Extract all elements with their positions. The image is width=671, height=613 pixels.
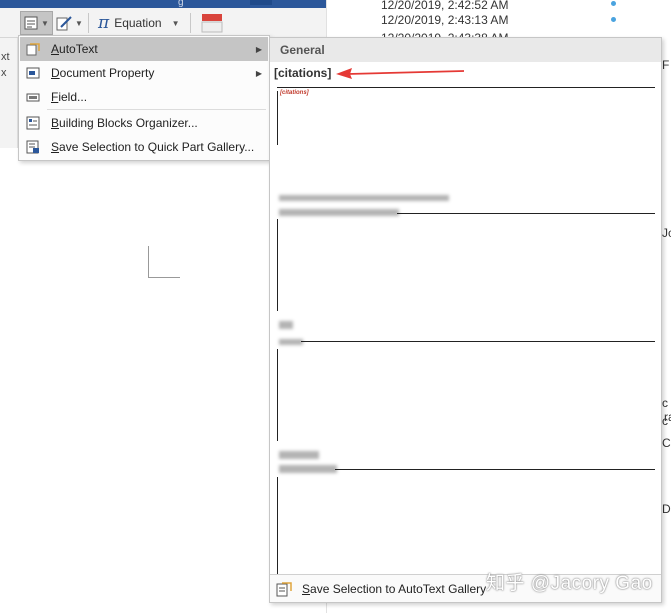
quick-parts-icon (24, 16, 38, 30)
left-strip-text: xt (1, 51, 10, 63)
building-blocks-icon (26, 116, 40, 130)
menu-item-label: Save Selection to Quick Part Gallery... (51, 140, 255, 154)
preview-rule (335, 469, 655, 470)
edge-text: ra (664, 410, 671, 424)
menu-item-label: Document Property (51, 66, 155, 80)
watermark: 知乎 @Jacory Gao (486, 573, 653, 594)
save-autotext-icon (276, 582, 292, 597)
status-dot (611, 17, 616, 22)
signature-line-button[interactable]: ▼ (52, 11, 87, 35)
autotext-gallery: General [citations] [citations] Save Sel… (269, 37, 662, 603)
pi-icon: π (98, 13, 110, 33)
blurred-text (279, 451, 319, 459)
gallery-category-header: General (270, 38, 661, 62)
timestamp: 12/20/2019, 2:42:52 AM (381, 0, 509, 12)
gallery-entry-preview[interactable]: [citations] (277, 87, 655, 575)
preview-rule (277, 219, 278, 311)
save-quick-part-icon (26, 140, 39, 154)
menu-item-building-blocks-organizer[interactable]: Building Blocks Organizer... (20, 111, 268, 135)
document-property-icon (26, 67, 40, 79)
chevron-down-icon: ▼ (75, 18, 83, 28)
edge-text: F (662, 58, 670, 72)
page-margin-marker (148, 246, 180, 278)
chevron-right-icon: ▶ (255, 68, 262, 78)
field-icon (26, 93, 40, 102)
preview-rule (397, 213, 655, 214)
menu-item-document-property[interactable]: Document Property ▶ (20, 61, 268, 85)
gallery-entry-name[interactable]: [citations] (274, 66, 331, 80)
ribbon-toolbar: ▼ ▼ π Equation ▼ (0, 8, 326, 38)
ribbon-tab-selected[interactable] (250, 0, 272, 5)
autotext-icon (26, 43, 40, 56)
ribbon-separator (88, 13, 89, 33)
blurred-text (279, 321, 293, 329)
left-ribbon-strip: xt x (0, 38, 18, 148)
menu-item-label: AutoText (51, 42, 98, 56)
save-autotext-label: Save Selection to AutoText Gallery (302, 581, 487, 596)
menu-item-field[interactable]: Field... (20, 85, 268, 109)
blurred-text (279, 195, 449, 201)
preview-rule (277, 87, 655, 88)
chevron-down-icon: ▼ (171, 18, 180, 28)
blurred-text (279, 465, 337, 473)
menu-item-autotext[interactable]: AutoText ▶ (20, 37, 268, 61)
preview-rule (277, 477, 278, 575)
edge-text: D (662, 502, 671, 516)
preview-rule (277, 349, 278, 441)
edge-text: C (662, 436, 671, 450)
quick-parts-menu: AutoText ▶ Document Property ▶ Field... … (18, 35, 270, 161)
left-strip-text: x (1, 67, 7, 79)
ribbon-title-strip: g (0, 0, 326, 8)
edge-text: Jc (662, 226, 671, 240)
symbol-button[interactable] (196, 11, 230, 35)
equation-label: Equation (114, 16, 162, 30)
preview-tag: [citations] (280, 90, 309, 96)
symbol-icon (201, 14, 223, 33)
menu-item-label: Building Blocks Organizer... (51, 116, 198, 130)
blurred-text (279, 339, 303, 345)
chevron-right-icon: ▶ (255, 44, 262, 54)
equation-button[interactable]: π Equation ▼ (94, 11, 183, 35)
chevron-down-icon: ▼ (41, 18, 49, 28)
timestamp: 12/20/2019, 2:43:13 AM (381, 13, 509, 27)
quick-parts-button[interactable]: ▼ (20, 11, 53, 35)
blurred-text (279, 209, 399, 216)
preview-rule (277, 91, 278, 145)
menu-item-label: Field... (51, 90, 88, 104)
preview-rule (301, 341, 655, 342)
ribbon-separator (190, 13, 191, 33)
annotation-arrow-icon (336, 68, 465, 79)
menu-separator (47, 109, 266, 110)
menu-item-save-to-quick-part-gallery[interactable]: Save Selection to Quick Part Gallery... (20, 135, 268, 159)
edge-text: c (662, 396, 668, 410)
signature-line-icon (56, 16, 72, 31)
partial-tab-label: g (178, 0, 184, 8)
status-dot (611, 1, 616, 6)
